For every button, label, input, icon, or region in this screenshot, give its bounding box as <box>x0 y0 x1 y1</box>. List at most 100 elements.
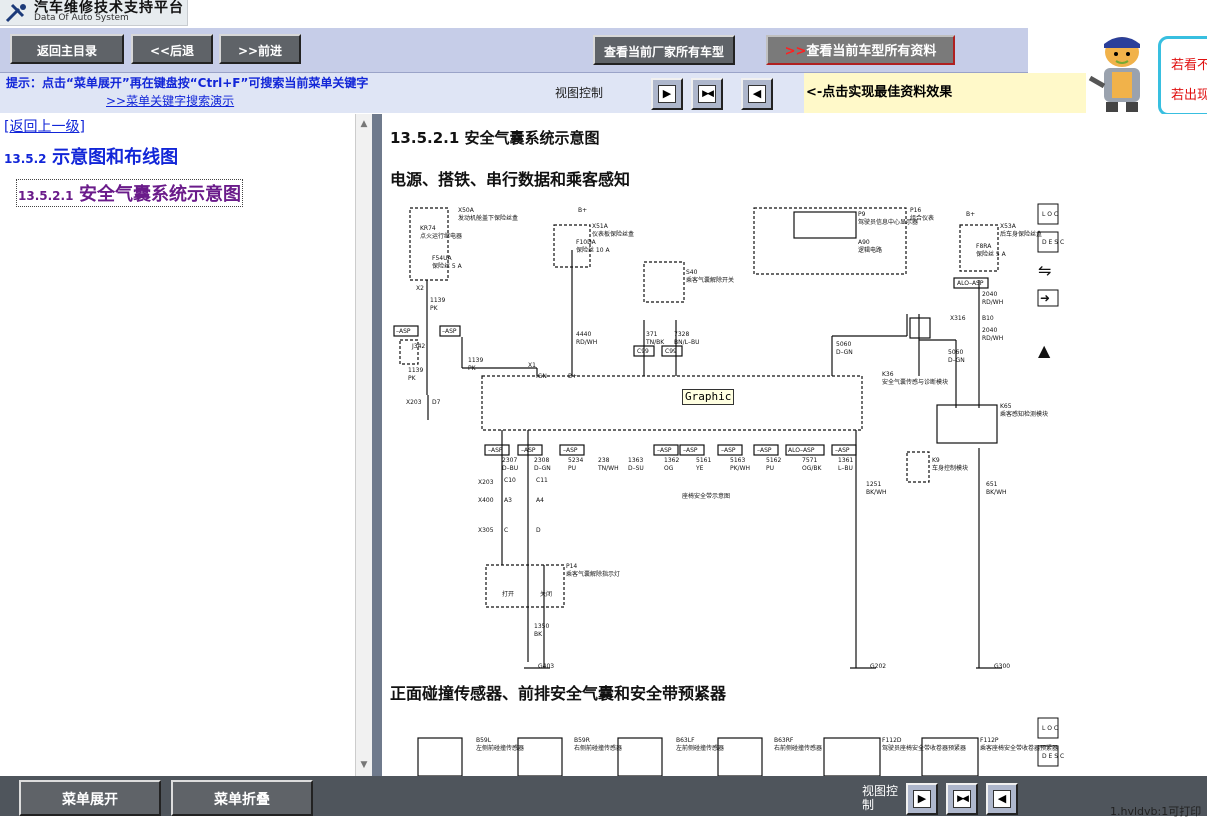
label-w651: 651 <box>986 481 998 488</box>
label-seatbelt: 座椅安全带示意图 <box>682 492 730 500</box>
label-k9: K9 <box>932 457 940 464</box>
label-x51a: X51A <box>592 223 609 230</box>
label-w2308: 2308 <box>534 457 549 464</box>
bottom-view-expand-left-button[interactable]: ◀ <box>986 783 1018 815</box>
view-split-button[interactable]: ▶◀ <box>691 78 723 110</box>
label-w371: 371 <box>646 331 658 338</box>
label-p14-off: 关闭 <box>540 590 552 598</box>
label-c10: C10 <box>504 477 516 484</box>
label-p14-on: 打开 <box>502 590 514 598</box>
maker-models-button[interactable]: 查看当前厂家所有车型 <box>593 35 735 65</box>
diagram-labels: X50A 发动机舱盖下保险丝盒 KR74 点火运行继电器 F54UA 保险丝 5… <box>396 207 1058 752</box>
view-control-label: 视图控制 <box>555 86 604 100</box>
loc-icon-2[interactable]: L O C <box>1042 725 1058 732</box>
label-b63rf-desc: 右前侧碰撞传感器 <box>774 744 822 752</box>
best-effect-hint: <-点击实现最佳资料效果 <box>804 73 1086 113</box>
arrows-inward-icon: ▶◀ <box>698 85 716 103</box>
label-bk: BK <box>534 631 543 638</box>
back-button[interactable]: <<后退 <box>131 34 213 64</box>
airbag-wiring-diagram: L O C D E S C L O C D E S C ➜ ⇋ ▲ X50A 发… <box>393 203 1064 776</box>
label-k36: K36 <box>882 371 894 378</box>
label-b59r-desc: 右侧前碰撞传感器 <box>574 744 622 752</box>
menu-section[interactable]: 13.5.2 示意图和布线图 <box>4 143 178 169</box>
label-s40-desc: 乘客气囊解除开关 <box>686 276 734 284</box>
label-w5163: 5163 <box>730 457 745 464</box>
label-x316: X316 <box>950 315 966 322</box>
label-w1350: 1350 <box>534 623 549 630</box>
bottom-view-expand-right-button[interactable]: ▶ <box>906 783 938 815</box>
label-f112p: F112P <box>980 737 999 744</box>
label-alo-asp: ALO–ASP <box>957 280 984 287</box>
desc-icon[interactable]: D E S C <box>1042 239 1064 246</box>
label-w1251: 1251 <box>866 481 881 488</box>
label-dgn: D–GN <box>836 349 853 356</box>
label-x53a-desc: 后车身保险丝盒 <box>1000 230 1042 238</box>
label-rdwh-3: RD/WH <box>982 335 1003 342</box>
scroll-up-icon[interactable]: ▲ <box>358 118 370 130</box>
label-f10da-desc: 保险丝 10 A <box>576 246 610 254</box>
next-page-arrow-icon[interactable]: ➜ <box>1040 291 1050 305</box>
promo-line-1: 若看不 <box>1171 58 1207 73</box>
wiring-swap-icon[interactable]: ⇋ <box>1038 261 1051 280</box>
pane-divider[interactable] <box>372 114 382 776</box>
home-button[interactable]: 返回主目录 <box>10 34 124 64</box>
label-f54ua-desc: 保险丝 5 A <box>432 262 463 270</box>
label-rdwh: RD/WH <box>576 339 597 346</box>
label-x305: X305 <box>478 527 494 534</box>
section-title: 示意图和布线图 <box>52 147 179 168</box>
label-w1139-b: 1139 <box>408 367 423 374</box>
label-b63lf-desc: 左前侧碰撞传感器 <box>676 744 724 752</box>
label-pk: PK <box>430 305 439 312</box>
label-asp-3: –ASP <box>488 447 503 454</box>
label-w7571: 7571 <box>802 457 817 464</box>
menu-item-airbag-schematic[interactable]: 13.5.2.1 安全气囊系统示意图 <box>16 179 244 207</box>
menu-scrollbar[interactable]: ▲ ▼ <box>355 114 372 776</box>
label-w5060-b: 5060 <box>948 349 963 356</box>
view-expand-left-button[interactable]: ◀ <box>741 78 773 110</box>
desc-icon-2[interactable]: D E S C <box>1042 753 1064 760</box>
arrow-left-icon: ◀ <box>993 790 1011 808</box>
label-pkwh: PK/WH <box>730 465 750 472</box>
label-x51a-desc: 仪表板保险丝盒 <box>592 230 634 238</box>
label-w238: 238 <box>598 457 610 464</box>
label-pu: PU <box>568 465 576 472</box>
label-bplus-1: B+ <box>578 207 587 214</box>
label-a90-desc: 逻辑电路 <box>858 246 882 254</box>
label-x50a-desc: 发动机舱盖下保险丝盒 <box>458 214 518 222</box>
back-up-link[interactable]: [返回上一级] <box>4 116 85 136</box>
subsection-number: 13.5.2.1 <box>18 189 74 203</box>
label-b10: B10 <box>982 315 994 322</box>
label-c: C <box>504 527 508 534</box>
label-pk-c: PK <box>468 365 477 372</box>
label-asp-8: –ASP <box>721 447 736 454</box>
label-bnlbu: BN/L–BU <box>674 339 699 346</box>
label-w1362: 1362 <box>664 457 679 464</box>
scroll-down-icon[interactable]: ▼ <box>358 759 370 771</box>
menu-expand-button[interactable]: 菜单展开 <box>19 780 161 816</box>
label-w2040-b: 2040 <box>982 327 997 334</box>
app-logo: 汽车维修技术支持平台 Data Of Auto System <box>0 0 188 26</box>
label-x400: X400 <box>478 497 494 504</box>
label-dsu: D–SU <box>628 465 644 472</box>
label-w5060: 5060 <box>836 341 851 348</box>
view-expand-right-button[interactable]: ▶ <box>651 78 683 110</box>
label-x53a: X53A <box>1000 223 1017 230</box>
model-all-data-label: 查看当前车型所有资料 <box>806 44 937 59</box>
model-all-data-button[interactable]: >>查看当前车型所有资料 <box>766 35 955 65</box>
esd-warning-icon: ▲ <box>1038 341 1051 360</box>
label-f10da: F10DA <box>576 239 597 246</box>
label-k65-desc: 乘客感知检测模块 <box>1000 410 1048 418</box>
mechanic-icon <box>1088 37 1140 112</box>
bottom-view-split-button[interactable]: ▶◀ <box>946 783 978 815</box>
search-demo-link[interactable]: >>菜单关键字搜索演示 <box>106 92 234 109</box>
menu-collapse-button[interactable]: 菜单折叠 <box>171 780 313 816</box>
label-f112p-desc: 乘客座椅安全带收卷器预紧器 <box>980 744 1058 752</box>
label-w5161: 5161 <box>696 457 711 464</box>
label-c11: C11 <box>536 477 548 484</box>
promo-box[interactable]: 若看不 若出现 <box>1158 36 1207 116</box>
loc-icon[interactable]: L O C <box>1042 211 1058 218</box>
label-alo-asp-2: ALO–ASP <box>788 447 815 454</box>
forward-button[interactable]: >>前进 <box>219 34 301 64</box>
label-x1: X1 <box>528 362 536 369</box>
label-x203: X203 <box>406 399 422 406</box>
